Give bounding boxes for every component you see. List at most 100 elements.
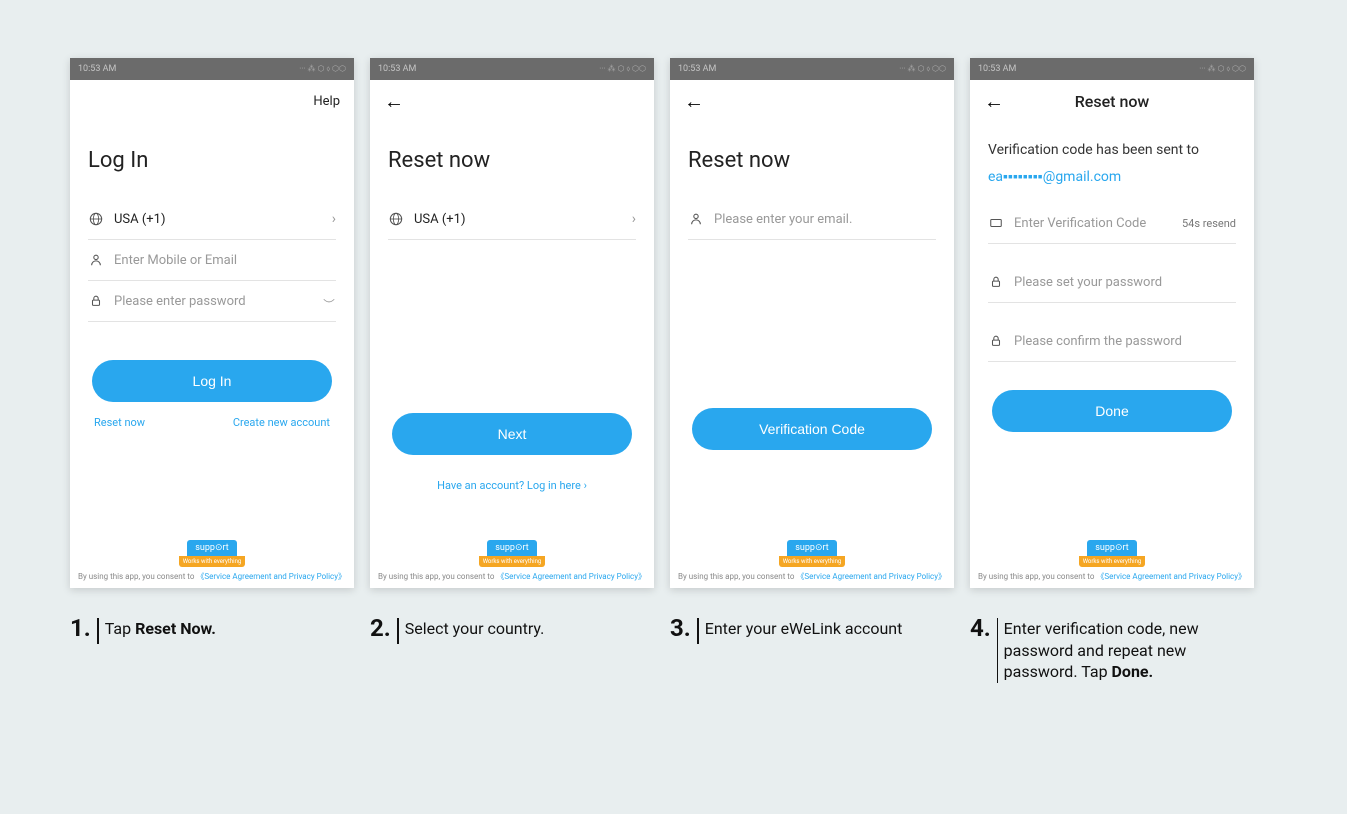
logo-top: supp⊙rt (187, 540, 236, 556)
password-placeholder: Please enter password (114, 294, 312, 309)
caption-text: Tap Reset Now. (105, 614, 216, 640)
done-button[interactable]: Done (992, 390, 1232, 432)
status-bar: 10:53 AM ··· ⁂ ⬡ ⬨ ⬡⬡ (670, 58, 954, 80)
footer-logo: supp⊙rt Works with everything (1079, 540, 1146, 567)
footer-logo: supp⊙rt Works with everything (179, 540, 246, 567)
consent-text: By using this app, you consent to (378, 572, 496, 581)
caption-number: 4. (970, 614, 991, 642)
caption-divider (997, 618, 998, 683)
status-time: 10:53 AM (978, 64, 1016, 74)
logo-bottom: Works with everything (779, 556, 846, 567)
resend-timer: 54s resend (1182, 217, 1236, 230)
back-arrow-icon[interactable]: ← (384, 89, 404, 114)
header-title: Reset now (1075, 92, 1150, 111)
header-row: ← Reset now (970, 80, 1254, 122)
header-row: ← (370, 80, 654, 122)
login-here-link[interactable]: Have an account? Log in here › (388, 479, 636, 492)
caption-2: 2. Select your country. (370, 614, 654, 644)
help-link[interactable]: Help (313, 94, 340, 109)
step-column-2: 10:53 AM ··· ⁂ ⬡ ⬨ ⬡⬡ ← Reset now USA (+… (370, 58, 654, 683)
confirm-placeholder: Please confirm the password (1014, 334, 1236, 349)
policy-link[interactable]: 《Service Agreement and Privacy Policy》 (1096, 572, 1246, 581)
lock-icon (988, 333, 1004, 349)
step-column-3: 10:53 AM ··· ⁂ ⬡ ⬨ ⬡⬡ ← Reset now Please… (670, 58, 954, 683)
back-arrow-icon[interactable]: ← (984, 89, 1004, 114)
status-time: 10:53 AM (678, 64, 716, 74)
status-icons: ··· ⁂ ⬡ ⬨ ⬡⬡ (1199, 64, 1246, 74)
caption-number: 3. (670, 614, 691, 642)
sent-message: Verification code has been sent to (988, 142, 1236, 158)
eye-icon[interactable] (322, 297, 336, 305)
phone-screen-3: 10:53 AM ··· ⁂ ⬡ ⬨ ⬡⬡ ← Reset now Please… (670, 58, 954, 588)
footer: supp⊙rt Works with everything By using t… (370, 535, 654, 588)
caption-number: 1. (70, 614, 91, 642)
caption-4: 4. Enter verification code, new password… (970, 614, 1254, 683)
password-placeholder: Please set your password (1014, 275, 1236, 290)
country-value: USA (+1) (114, 212, 322, 227)
status-icons: ··· ⁂ ⬡ ⬨ ⬡⬡ (299, 64, 346, 74)
content-area: Reset now USA (+1) › Next Have an accoun… (370, 122, 654, 588)
content-area: Reset now Please enter your email. Verif… (670, 122, 954, 588)
footer-consent: By using this app, you consent to 《Servi… (370, 571, 654, 582)
caption-text: Enter verification code, new password an… (1004, 614, 1254, 683)
caption-divider (697, 618, 699, 644)
consent-text: By using this app, you consent to (978, 572, 1096, 581)
logo-top: supp⊙rt (487, 540, 536, 556)
logo-top: supp⊙rt (787, 540, 836, 556)
footer: supp⊙rt Works with everything By using t… (70, 535, 354, 588)
email-display: ea▪▪▪▪▪▪▪▪@gmail.com (988, 168, 1236, 185)
content-area: Log In USA (+1) › Enter Mobile or Email (70, 122, 354, 588)
globe-icon (88, 211, 104, 227)
policy-link[interactable]: 《Service Agreement and Privacy Policy》 (496, 572, 646, 581)
set-password-field[interactable]: Please set your password (988, 262, 1236, 303)
caption-3: 3. Enter your eWeLink account (670, 614, 954, 644)
footer: supp⊙rt Works with everything By using t… (670, 535, 954, 588)
header-row: Help (70, 80, 354, 122)
logo-bottom: Works with everything (479, 556, 546, 567)
mobile-email-field[interactable]: Enter Mobile or Email (88, 240, 336, 281)
status-time: 10:53 AM (378, 64, 416, 74)
step-column-4: 10:53 AM ··· ⁂ ⬡ ⬨ ⬡⬡ ← Reset now Verifi… (970, 58, 1254, 683)
country-value: USA (+1) (414, 212, 622, 227)
caption-text: Enter your eWeLink account (705, 614, 903, 640)
logo-bottom: Works with everything (179, 556, 246, 567)
phone-screen-2: 10:53 AM ··· ⁂ ⬡ ⬨ ⬡⬡ ← Reset now USA (+… (370, 58, 654, 588)
page-title: Log In (88, 148, 336, 173)
policy-link[interactable]: 《Service Agreement and Privacy Policy》 (196, 572, 346, 581)
caption-number: 2. (370, 614, 391, 642)
header-row: ← (670, 80, 954, 122)
password-field[interactable]: Please enter password (88, 281, 336, 322)
person-icon (688, 211, 704, 227)
country-selector[interactable]: USA (+1) › (88, 199, 336, 240)
login-button[interactable]: Log In (92, 360, 332, 402)
country-selector[interactable]: USA (+1) › (388, 199, 636, 240)
page-title: Reset now (388, 148, 636, 173)
status-bar: 10:53 AM ··· ⁂ ⬡ ⬨ ⬡⬡ (70, 58, 354, 80)
email-field[interactable]: Please enter your email. (688, 199, 936, 240)
verification-code-button[interactable]: Verification Code (692, 408, 932, 450)
verification-code-field[interactable]: Enter Verification Code 54s resend (988, 203, 1236, 244)
footer-logo: supp⊙rt Works with everything (779, 540, 846, 567)
lock-icon (88, 293, 104, 309)
consent-text: By using this app, you consent to (78, 572, 196, 581)
code-placeholder: Enter Verification Code (1014, 216, 1172, 231)
phone-screen-4: 10:53 AM ··· ⁂ ⬡ ⬨ ⬡⬡ ← Reset now Verifi… (970, 58, 1254, 588)
confirm-password-field[interactable]: Please confirm the password (988, 321, 1236, 362)
create-account-link[interactable]: Create new account (233, 416, 330, 429)
globe-icon (388, 211, 404, 227)
next-button[interactable]: Next (392, 413, 632, 455)
footer-consent: By using this app, you consent to 《Servi… (70, 571, 354, 582)
step-column-1: 10:53 AM ··· ⁂ ⬡ ⬨ ⬡⬡ Help Log In USA (+… (70, 58, 354, 683)
footer-consent: By using this app, you consent to 《Servi… (670, 571, 954, 582)
footer-consent: By using this app, you consent to 《Servi… (970, 571, 1254, 582)
reset-now-link[interactable]: Reset now (94, 416, 145, 429)
footer: supp⊙rt Works with everything By using t… (970, 535, 1254, 588)
mobile-placeholder: Enter Mobile or Email (114, 253, 336, 268)
logo-top: supp⊙rt (1087, 540, 1136, 556)
phone-screen-1: 10:53 AM ··· ⁂ ⬡ ⬨ ⬡⬡ Help Log In USA (+… (70, 58, 354, 588)
caption-text: Select your country. (405, 614, 545, 640)
link-row: Reset now Create new account (94, 416, 330, 429)
status-time: 10:53 AM (78, 64, 116, 74)
policy-link[interactable]: 《Service Agreement and Privacy Policy》 (796, 572, 946, 581)
back-arrow-icon[interactable]: ← (684, 89, 704, 114)
